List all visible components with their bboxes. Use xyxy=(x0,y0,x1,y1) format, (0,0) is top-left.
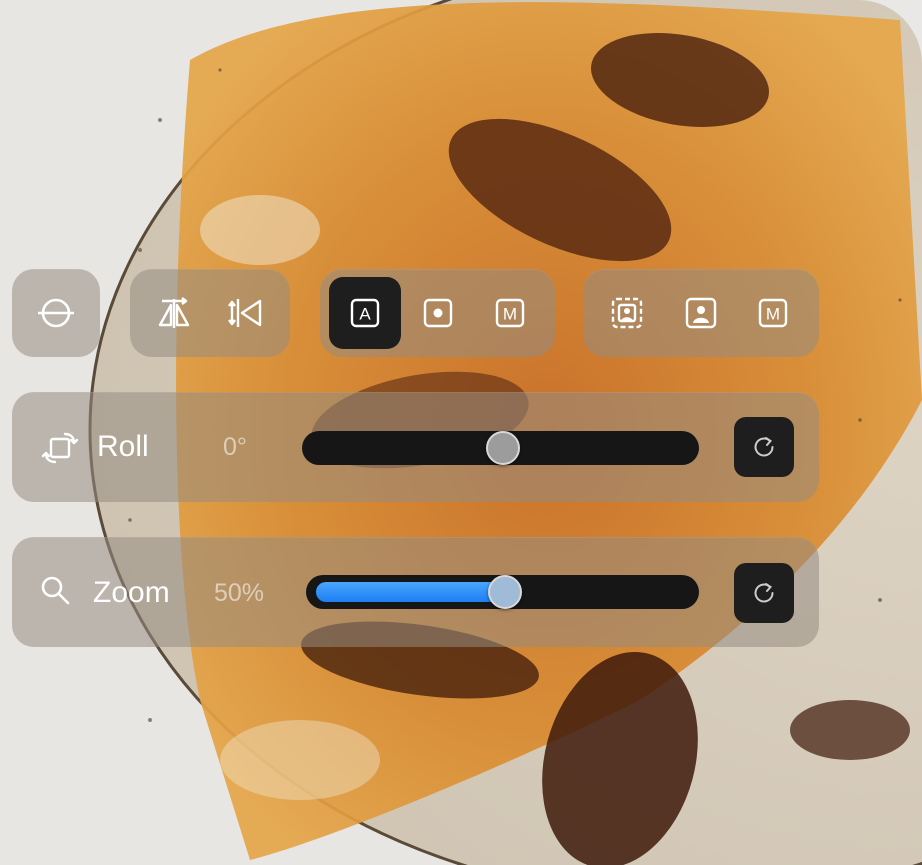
svg-text:M: M xyxy=(766,305,780,324)
center-mode-icon[interactable] xyxy=(416,291,460,335)
manual-frame-icon[interactable]: M xyxy=(751,291,795,335)
zoom-panel: Zoom 50% xyxy=(12,537,819,647)
roll-slider-handle[interactable] xyxy=(486,431,520,465)
zoom-reset-button[interactable] xyxy=(734,563,794,623)
mode-group: A M xyxy=(320,269,555,357)
zoom-slider[interactable] xyxy=(306,575,699,609)
manual-mode-icon[interactable]: M xyxy=(488,291,532,335)
roll-reset-button[interactable] xyxy=(734,417,794,477)
rotate-roll-icon xyxy=(38,426,82,470)
reset-icon xyxy=(754,583,774,603)
auto-mode-icon[interactable]: A xyxy=(329,277,401,349)
zoom-label: Zoom xyxy=(93,576,170,609)
framing-group: M xyxy=(583,269,819,357)
roll-value: 0° xyxy=(223,433,247,461)
flip-horizontal-icon[interactable] xyxy=(152,291,196,335)
auto-frame-person-icon[interactable] xyxy=(605,291,649,335)
zoom-slider-fill xyxy=(316,582,503,602)
level-group xyxy=(12,269,100,357)
horizon-level-icon[interactable] xyxy=(34,291,78,335)
reset-icon xyxy=(754,437,774,457)
svg-text:A: A xyxy=(359,305,371,324)
frame-person-icon[interactable] xyxy=(679,291,723,335)
zoom-value: 50% xyxy=(214,579,265,607)
flip-group xyxy=(130,269,290,357)
roll-slider[interactable] xyxy=(302,431,699,465)
zoom-slider-handle[interactable] xyxy=(488,575,522,609)
roll-label: Roll xyxy=(97,430,149,463)
search-icon xyxy=(34,569,78,613)
flip-vertical-icon[interactable] xyxy=(224,291,268,335)
roll-panel: Roll 0° xyxy=(12,392,819,502)
svg-text:M: M xyxy=(503,305,517,324)
